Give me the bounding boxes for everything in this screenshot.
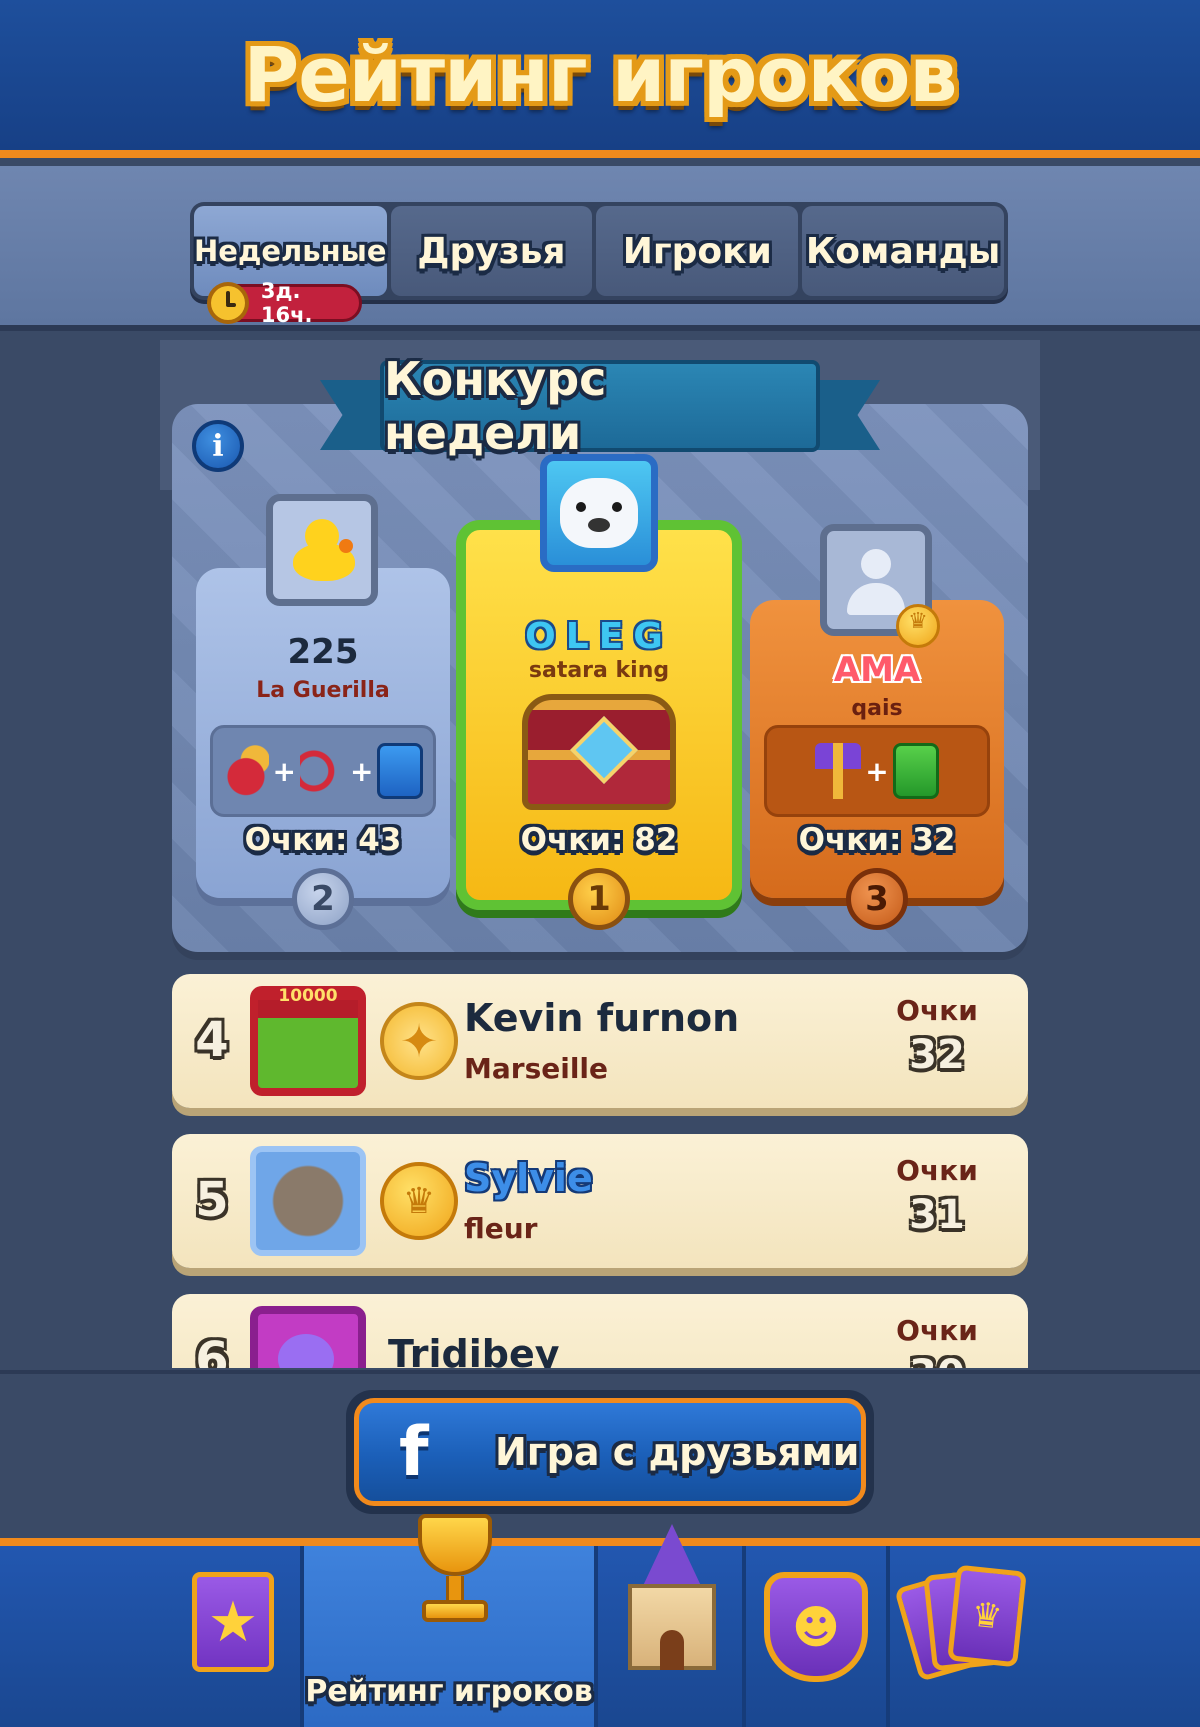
- podium-third-points: Очки: 32: [798, 822, 956, 858]
- podium-second-team: La Guerilla: [256, 678, 390, 703]
- tab-friends[interactable]: Друзья: [390, 206, 593, 296]
- team-icon: ☻: [764, 1572, 868, 1682]
- table-row[interactable]: 6 Tridibey Очки 30: [172, 1294, 1028, 1368]
- row-team-name: fleur: [464, 1212, 538, 1245]
- castle-roof: [642, 1524, 702, 1588]
- trophy-icon: [400, 1514, 510, 1626]
- castle-icon: [612, 1524, 732, 1674]
- podium-first-team: satara king: [528, 658, 670, 683]
- frame-label: 10000: [278, 986, 338, 1006]
- row-rank: 5: [195, 1172, 229, 1228]
- compass-icon: ✦: [380, 1002, 458, 1080]
- play-with-friends-inner: f Игра с друзьями: [354, 1398, 866, 1506]
- podium-first-player: OLEG: [525, 616, 673, 657]
- duck-icon: [287, 515, 357, 585]
- info-icon[interactable]: i: [192, 420, 244, 472]
- avatar-second: [266, 494, 378, 606]
- rank-badge-second: 2: [292, 868, 354, 930]
- tab-players[interactable]: Игроки: [596, 206, 799, 296]
- row-rank: 6: [195, 1332, 229, 1368]
- trophy-cup: [418, 1514, 492, 1576]
- weekly-timer-badge: 3д. 16ч.: [207, 279, 362, 327]
- row-points: 30: [882, 1352, 992, 1368]
- plus-icon: +: [865, 754, 889, 788]
- podium-first-points: Очки: 82: [520, 822, 678, 858]
- row-points-label: Очки: [896, 1314, 978, 1347]
- header-bar: Рейтинг игроков: [0, 0, 1200, 158]
- row-points: 31: [909, 1192, 965, 1238]
- treasure-chest-icon[interactable]: [522, 694, 676, 810]
- tab-friends-label: Друзья: [417, 230, 566, 272]
- person-icon: [841, 545, 911, 615]
- trophy-stem: [446, 1576, 464, 1602]
- tab-teams[interactable]: Команды: [802, 206, 1004, 296]
- leaderboard-list[interactable]: 4 10000 ✦ Kevin furnon Marseille Очки 32…: [172, 972, 1028, 1368]
- weekly-timer-text: 3д. 16ч.: [260, 279, 313, 327]
- cannon-icon: [222, 743, 269, 799]
- blue-booster-icon: [377, 743, 424, 799]
- row-team-name: Marseille: [464, 1052, 609, 1085]
- podium-second-player: 225: [287, 632, 359, 672]
- row-player-name: Tridibey: [388, 1332, 560, 1368]
- rank-badge-first: 1: [568, 868, 630, 930]
- monster-avatar: [250, 1306, 366, 1368]
- bow-icon: [300, 743, 346, 799]
- podium-third-player: AMA: [833, 650, 921, 690]
- theater-frame-avatar: 10000: [250, 986, 366, 1096]
- polar-bear-icon: [560, 478, 638, 548]
- castle-door: [660, 1630, 684, 1670]
- crown-coin-icon: ♛: [380, 1162, 458, 1240]
- play-with-friends-button[interactable]: f Игра с друзьями: [346, 1390, 874, 1514]
- row-points: 32: [909, 1032, 965, 1078]
- nav-leaderboard-label: Рейтинг игроков: [305, 1674, 593, 1709]
- row-rank: 4: [195, 1012, 229, 1068]
- card-front: ♛: [947, 1564, 1027, 1668]
- tab-players-label: Игроки: [622, 230, 772, 272]
- contest-ribbon: Конкурс недели: [320, 352, 880, 460]
- facebook-icon: f: [399, 1412, 429, 1492]
- page-title: Рейтинг игроков: [243, 30, 958, 119]
- leaderboard-tabs: Недельные 3д. 16ч. Друзья Игроки Команды: [190, 202, 1008, 327]
- row-player-name: Sylvie: [464, 1156, 593, 1200]
- prize-box-second[interactable]: + +: [210, 725, 436, 817]
- trophy-base: [422, 1600, 488, 1622]
- contest-title: Конкурс недели: [380, 352, 820, 460]
- podium-second-points: Очки: 43: [244, 822, 402, 858]
- plus-icon: +: [272, 754, 296, 788]
- cloud-frame-avatar: [250, 1146, 366, 1256]
- table-row[interactable]: 4 10000 ✦ Kevin furnon Marseille Очки 32: [172, 974, 1028, 1108]
- table-row[interactable]: 5 ♛ Sylvie fleur Очки 31: [172, 1134, 1028, 1268]
- green-booster-icon: [892, 743, 939, 799]
- podium-third-team: qais: [851, 696, 903, 721]
- crown-coin-icon: [896, 604, 940, 648]
- clock-icon: [207, 282, 249, 324]
- row-points-label: Очки: [896, 1154, 978, 1187]
- row-player-name: Kevin furnon: [464, 996, 740, 1040]
- rank-badge-third: 3: [846, 868, 908, 930]
- row-points-label: Очки: [896, 994, 978, 1027]
- hammer-icon: [815, 743, 862, 799]
- play-with-friends-label: Игра с друзьями: [495, 1430, 860, 1474]
- avatar-first: [540, 454, 658, 572]
- plus-icon: +: [350, 754, 374, 788]
- tab-teams-label: Команды: [805, 230, 1001, 272]
- cards-icon: ♛: [894, 1564, 1027, 1682]
- prize-box-third[interactable]: +: [764, 725, 990, 817]
- tab-weekly-label: Недельные: [194, 234, 387, 268]
- tab-weekly[interactable]: Недельные 3д. 16ч.: [194, 206, 387, 327]
- book-icon: ★: [192, 1572, 274, 1672]
